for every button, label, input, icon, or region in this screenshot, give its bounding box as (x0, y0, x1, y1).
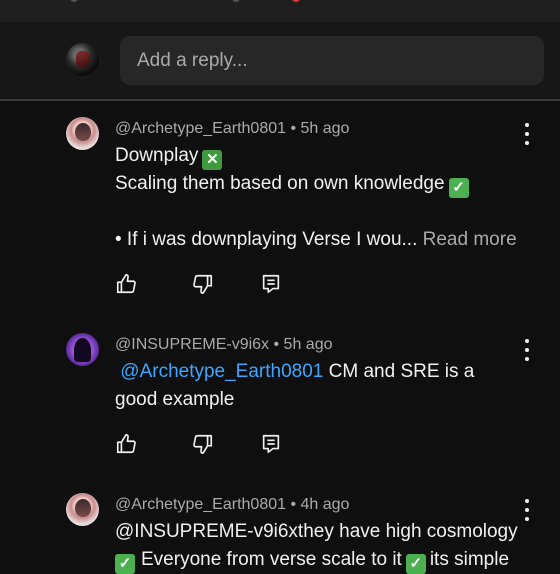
comment-text: Downplay ✕ Scaling them based on own know… (115, 145, 517, 250)
comment-header: @INSUPREME-v9i6x • 5h ago (115, 336, 333, 353)
check-mark-icon: ✓ (115, 554, 135, 574)
read-more-link[interactable]: Read more (423, 229, 517, 250)
avatar[interactable] (66, 117, 99, 150)
partial-heart-icon (292, 0, 300, 2)
check-mark-icon: ✓ (448, 178, 469, 198)
divider (0, 99, 560, 101)
partial-icon (70, 0, 78, 2)
reply-icon[interactable] (260, 433, 282, 455)
comment-text: @INSUPREME-v9i6xthey have high cosmology… (115, 521, 518, 574)
top-bar (0, 0, 560, 22)
mention-link[interactable]: @Archetype_Earth0801 (120, 361, 323, 382)
comment-header: @Archetype_Earth0801 • 5h ago (115, 120, 350, 137)
cross-mark-icon: ✕ (202, 150, 223, 170)
timestamp: 5h ago (283, 336, 333, 353)
timestamp: 5h ago (300, 120, 350, 137)
comment-text: @Archetype_Earth0801 CM and SRE is a goo… (115, 361, 475, 410)
avatar[interactable] (66, 333, 99, 366)
avatar[interactable] (66, 43, 99, 76)
like-icon[interactable] (115, 433, 137, 455)
comment-header: @Archetype_Earth0801 • 4h ago (115, 496, 350, 513)
timestamp: 4h ago (300, 496, 350, 513)
partial-icon (232, 0, 240, 2)
dislike-icon[interactable] (192, 433, 214, 455)
avatar[interactable] (66, 493, 99, 526)
author-name[interactable]: @INSUPREME-v9i6x (115, 336, 269, 353)
author-name[interactable]: @Archetype_Earth0801 (115, 496, 286, 513)
author-name[interactable]: @Archetype_Earth0801 (115, 120, 286, 137)
like-icon[interactable] (115, 273, 137, 295)
reply-icon[interactable] (260, 273, 282, 295)
check-mark-icon: ✓ (405, 554, 426, 574)
dislike-icon[interactable] (192, 273, 214, 295)
reply-input[interactable]: Add a reply... (120, 36, 544, 85)
